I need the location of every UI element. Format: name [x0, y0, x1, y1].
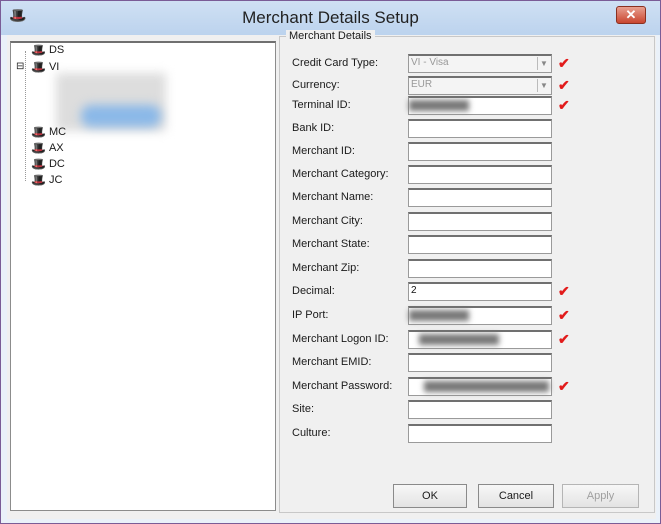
merchant-name-input[interactable] [408, 188, 552, 207]
card-node-icon: 🎩 [31, 60, 46, 74]
card-node-icon: 🎩 [31, 43, 46, 57]
tree-node-label: JC [48, 174, 63, 186]
ok-button[interactable]: OK [393, 484, 467, 508]
card-type-tree[interactable]: 🎩 DS 🎩 VI 🎩 MC 🎩 AX 🎩 DC 🎩 JC ⊟ [10, 41, 276, 511]
card-node-icon: 🎩 [31, 173, 46, 187]
merchant-state-input[interactable] [408, 235, 552, 254]
card-node-icon: 🎩 [31, 157, 46, 171]
collapse-icon[interactable]: ⊟ [16, 61, 25, 72]
merchant-zip-label: Merchant Zip: [292, 262, 360, 274]
merchant-city-label: Merchant City: [292, 215, 363, 227]
decimal-input[interactable]: 2 [408, 282, 552, 301]
merchant-emid-label: Merchant EMID: [292, 356, 372, 368]
required-check-icon: ✔ [558, 283, 570, 299]
merchant-name-label: Merchant Name: [292, 191, 374, 203]
redacted-value [419, 334, 499, 345]
card-node-icon: 🎩 [31, 125, 46, 139]
tree-node-vi[interactable]: 🎩 VI [31, 60, 59, 74]
culture-label: Culture: [292, 427, 331, 439]
tree-node-dc[interactable]: 🎩 DC [31, 157, 65, 171]
chevron-down-icon[interactable]: ▼ [537, 57, 550, 70]
tree-node-ax[interactable]: 🎩 AX [31, 141, 64, 155]
decimal-label: Decimal: [292, 285, 335, 297]
close-button[interactable]: ✕ [616, 6, 646, 24]
required-check-icon: ✔ [558, 307, 570, 323]
tree-node-ds[interactable]: 🎩 DS [31, 43, 64, 57]
bank-id-input[interactable] [408, 119, 552, 138]
tree-node-label: DC [48, 158, 65, 170]
required-check-icon: ✔ [558, 97, 570, 113]
redacted-value [424, 381, 549, 392]
selected-value: VI - Visa [411, 57, 449, 68]
culture-input[interactable] [408, 424, 552, 443]
redacted-value [409, 310, 469, 321]
merchant-state-label: Merchant State: [292, 238, 370, 250]
required-check-icon: ✔ [558, 77, 570, 93]
redacted-value [409, 100, 469, 111]
tree-node-label: VI [48, 61, 60, 73]
merchant-category-label: Merchant Category: [292, 168, 389, 180]
credit-card-type-dropdown[interactable]: VI - Visa ▼ [408, 54, 552, 73]
chevron-down-icon[interactable]: ▼ [537, 79, 550, 92]
merchant-zip-input[interactable] [408, 259, 552, 278]
terminal-id-label: Terminal ID: [292, 99, 351, 111]
merchant-logon-id-input[interactable] [408, 330, 552, 349]
window-title: Merchant Details Setup [242, 8, 419, 27]
merchant-category-input[interactable] [408, 165, 552, 184]
group-title: Merchant Details [286, 30, 375, 42]
selected-value: EUR [411, 79, 433, 90]
currency-dropdown[interactable]: EUR ▼ [408, 76, 552, 95]
ip-port-input[interactable] [408, 306, 552, 325]
merchant-city-input[interactable] [408, 212, 552, 231]
tree-node-mc[interactable]: 🎩 MC [31, 125, 66, 139]
ip-port-label: IP Port: [292, 309, 329, 321]
terminal-id-input[interactable] [408, 96, 552, 115]
merchant-password-label: Merchant Password: [292, 380, 393, 392]
card-node-icon: 🎩 [31, 141, 46, 155]
site-label: Site: [292, 403, 315, 415]
tree-node-label: AX [48, 142, 64, 154]
merchant-password-input[interactable] [408, 377, 552, 396]
credit-card-type-label: Credit Card Type: [292, 57, 379, 69]
required-check-icon: ✔ [558, 55, 570, 71]
tree-node-jc[interactable]: 🎩 JC [31, 173, 62, 187]
apply-button[interactable]: Apply [562, 484, 639, 508]
bank-id-label: Bank ID: [292, 122, 335, 134]
merchant-id-label: Merchant ID: [292, 145, 355, 157]
cancel-button[interactable]: Cancel [478, 484, 554, 508]
currency-label: Currency: [292, 79, 340, 91]
site-input[interactable] [408, 400, 552, 419]
tree-node-label: DS [48, 44, 65, 56]
merchant-emid-input[interactable] [408, 353, 552, 372]
required-check-icon: ✔ [558, 378, 570, 394]
required-check-icon: ✔ [558, 331, 570, 347]
redacted-selected-node [81, 105, 161, 127]
tree-node-label: MC [48, 126, 67, 138]
merchant-logon-id-label: Merchant Logon ID: [292, 333, 389, 345]
merchant-id-input[interactable] [408, 142, 552, 161]
